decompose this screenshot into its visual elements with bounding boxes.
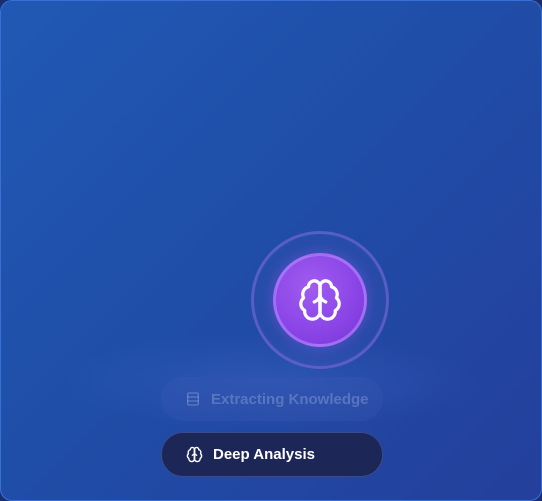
step-label: Extracting Knowledge <box>211 390 369 408</box>
brain-icon <box>186 446 203 463</box>
step-deep-analysis: Deep Analysis <box>161 432 383 477</box>
database-icon <box>185 391 201 407</box>
step-extracting-knowledge: Extracting Knowledge <box>161 377 383 421</box>
step-label: Deep Analysis <box>213 446 315 463</box>
brain-icon <box>297 277 343 323</box>
analysis-panel: Extracting Knowledge Deep Analysis <box>0 0 542 501</box>
brain-status-indicator <box>273 253 367 347</box>
